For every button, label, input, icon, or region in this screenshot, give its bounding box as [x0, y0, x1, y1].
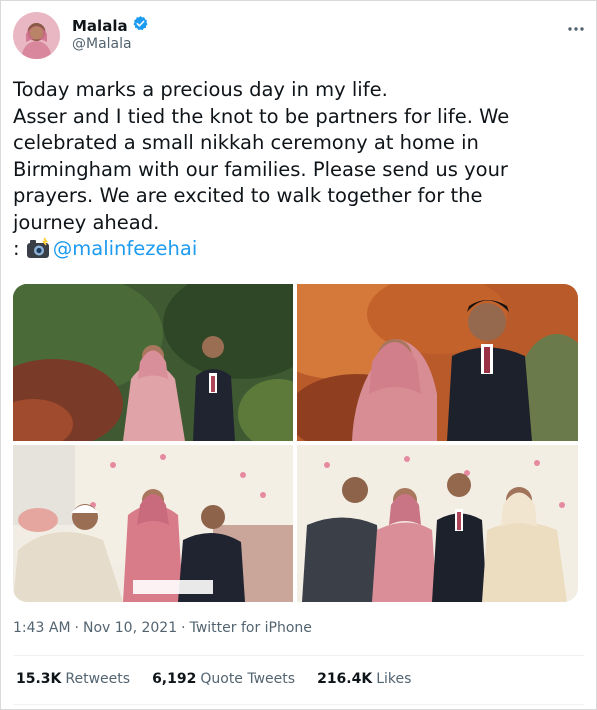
divider — [13, 655, 584, 656]
tweet-line: prayers. We are excited to walk together… — [13, 184, 483, 207]
separator-dot: · — [181, 620, 186, 636]
user-handle[interactable]: @Malala — [72, 36, 132, 52]
quote-tweets-stat[interactable]: 6,192 Quote Tweets — [152, 671, 295, 687]
engagement-stats: 15.3K Retweets 6,192 Quote Tweets 216.4K Li… — [16, 671, 411, 687]
media-grid — [13, 284, 578, 602]
tweet-line: Birmingham with our families. Please sen… — [13, 157, 508, 181]
tweet-source[interactable]: Twitter for iPhone — [190, 620, 312, 636]
photo-4[interactable] — [297, 445, 578, 602]
more-options-icon[interactable] — [567, 16, 585, 37]
tweet-line: journey ahead. — [13, 210, 160, 234]
tweet-time[interactable]: 1:43 AM — [13, 620, 71, 636]
avatar[interactable] — [13, 12, 60, 59]
camera-with-flash-icon — [26, 237, 50, 267]
separator-dot: · — [74, 620, 79, 636]
photo-3[interactable] — [13, 445, 293, 602]
tweet-date[interactable]: Nov 10, 2021 — [83, 620, 177, 636]
photo-credit: : @malinfezehai — [13, 237, 197, 260]
tweet-header: Malala @Malala — [13, 12, 585, 60]
tweet-text: Today marks a precious day in my life. A… — [13, 77, 583, 267]
tweet-line: celebrated a small nikkah ceremony at ho… — [13, 131, 479, 154]
tweet-line: Asser and I tied the knot to be partners… — [13, 104, 510, 128]
tweet-metadata: 1:43 AM · Nov 10, 2021 · Twitter for iPh… — [13, 620, 312, 636]
likes-stat[interactable]: 216.4K Likes — [317, 671, 411, 687]
divider — [13, 704, 584, 705]
photo-2[interactable] — [297, 284, 578, 441]
photo-1[interactable] — [13, 284, 293, 441]
tweet-line: Today marks a precious day in my life. — [13, 78, 388, 101]
display-name[interactable]: Malala — [72, 17, 128, 35]
verified-badge-icon — [132, 15, 149, 36]
mention-link[interactable]: @malinfezehai — [53, 237, 197, 260]
retweets-stat[interactable]: 15.3K Retweets — [16, 671, 130, 687]
